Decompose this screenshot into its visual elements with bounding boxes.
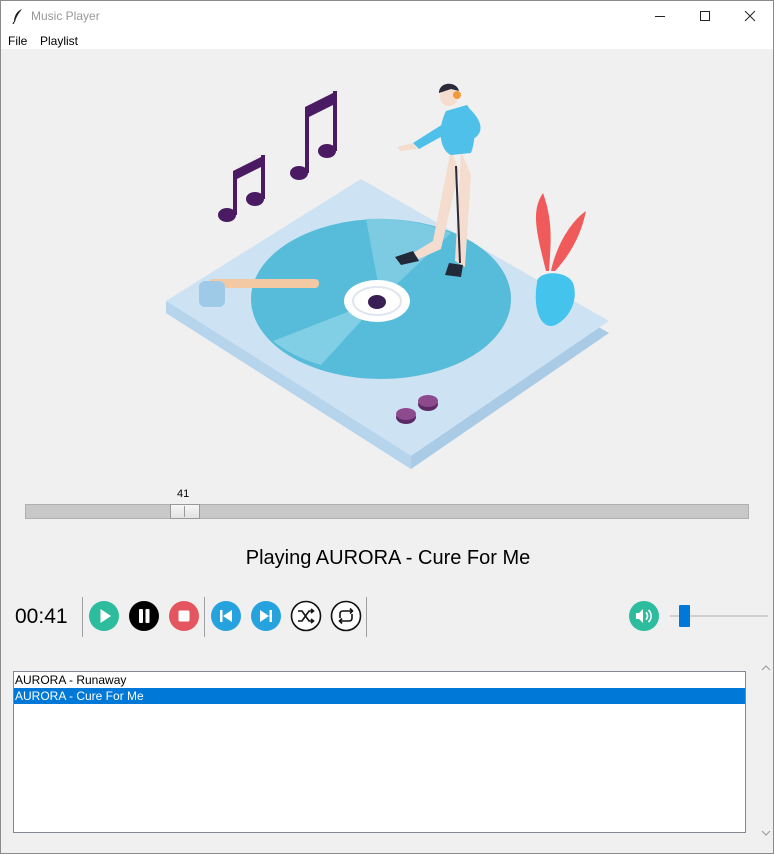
maximize-button[interactable] [682, 1, 728, 31]
playlist-item-selected[interactable]: AURORA - Cure For Me [14, 688, 745, 704]
music-player-window: Music Player File Playlist 41 Playing AU… [0, 0, 774, 854]
menu-playlist[interactable]: Playlist [40, 34, 78, 48]
scroll-down-icon [761, 830, 771, 836]
playlist-item[interactable]: AURORA - Runaway [14, 672, 745, 688]
playlist-scrollbar[interactable] [758, 661, 774, 841]
close-button[interactable] [727, 1, 773, 31]
feather-icon [12, 9, 22, 24]
previous-button[interactable] [210, 600, 242, 632]
now-playing-label: Playing AURORA - Cure For Me [245, 547, 531, 569]
pause-button[interactable] [128, 600, 160, 632]
close-icon [744, 10, 756, 22]
play-button[interactable] [88, 600, 120, 632]
minimize-button[interactable] [637, 1, 683, 31]
minimize-icon [655, 16, 665, 17]
stop-icon [178, 610, 190, 622]
repeat-button[interactable] [330, 600, 362, 632]
turntable-illustration [166, 83, 609, 469]
volume-slider-thumb[interactable] [679, 605, 690, 627]
title-bar: Music Player [1, 1, 773, 31]
divider [82, 597, 83, 637]
volume-button[interactable] [629, 601, 659, 631]
scroll-up-icon [761, 665, 771, 671]
progress-slider-thumb[interactable] [170, 504, 200, 519]
divider [204, 597, 205, 637]
window-title: Music Player [31, 9, 100, 23]
elapsed-time: 00:41 [15, 605, 68, 628]
menu-bar: File Playlist [1, 31, 773, 49]
stop-button[interactable] [168, 600, 200, 632]
menu-file[interactable]: File [8, 34, 27, 48]
divider [366, 597, 367, 637]
progress-value-label: 41 [177, 488, 190, 500]
maximize-icon [700, 11, 710, 21]
shuffle-button[interactable] [290, 600, 322, 632]
playlist-box[interactable]: AURORA - Runaway AURORA - Cure For Me [13, 671, 746, 833]
progress-slider[interactable] [25, 504, 749, 519]
next-button[interactable] [250, 600, 282, 632]
